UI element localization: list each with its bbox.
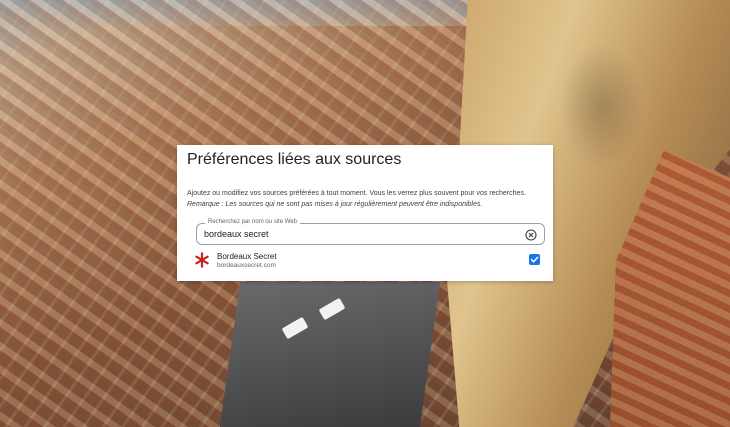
asterisk-logo-icon [194, 252, 210, 268]
result-name: Bordeaux Secret [217, 252, 277, 261]
source-search-field[interactable]: Recherchez par nom ou site Web [196, 219, 545, 245]
dialog-note: Remarque : Les sources qui ne sont pas m… [187, 201, 483, 208]
source-preferences-dialog: Préférences liées aux sources Ajoutez ou… [177, 145, 553, 281]
dialog-description: Ajoutez ou modifiez vos sources préférée… [187, 190, 526, 197]
dialog-title: Préférences liées aux sources [187, 151, 402, 168]
search-input[interactable] [204, 227, 504, 241]
clear-circle-icon[interactable] [525, 228, 537, 241]
result-checkbox[interactable] [529, 254, 540, 265]
result-url: bordeauxsecret.com [217, 262, 276, 269]
result-row[interactable]: Bordeaux Secret bordeauxsecret.com [191, 249, 546, 273]
search-label: Recherchez par nom ou site Web [205, 219, 300, 225]
